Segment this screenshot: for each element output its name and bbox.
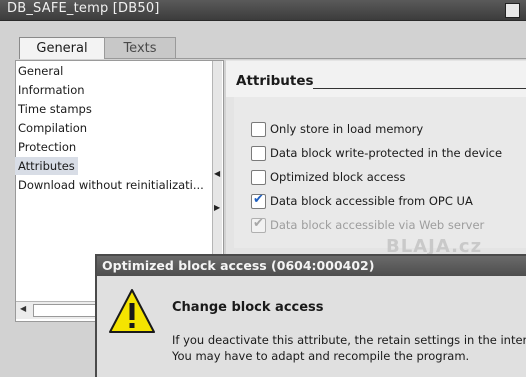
window-control-button[interactable] [505,3,520,18]
nav-item-compilation[interactable]: Compilation [18,119,87,137]
checkbox-label: Data block write-protected in the device [270,146,503,160]
dialog-title: Optimized block access (0604:000402) [102,258,375,273]
window-title: DB_SAFE_temp [DB50] [7,1,160,16]
checkbox-label: Only store in load memory [270,122,424,136]
collapse-left-icon[interactable]: ◀ [214,170,220,178]
expand-right-icon[interactable]: ▶ [214,204,220,212]
dialog-message-line1: If you deactivate this attribute, the re… [172,333,526,347]
attributes-header: Attributes [226,61,526,97]
tab-divider [104,58,526,59]
nav-item-attributes[interactable]: Attributes [15,157,78,175]
warning-icon [109,289,155,333]
scroll-left-icon[interactable]: ◀ [20,304,26,313]
checkbox[interactable]: ✔ [251,192,266,209]
nav-item-information[interactable]: Information [18,81,85,99]
attributes-heading: Attributes [236,73,314,89]
heading-rule [313,88,526,89]
check-icon: ✔ [253,216,264,231]
dialog-titlebar[interactable]: Optimized block access (0604:000402) [97,256,526,276]
checkbox-label: Data block accessible from OPC UA [270,194,473,208]
nav-item-time-stamps[interactable]: Time stamps [18,100,92,118]
dialog-heading: Change block access [172,300,324,315]
checkbox: ✔ [251,216,266,233]
checkbox-label: Data block accessible via Web server [270,218,485,232]
checkbox[interactable] [251,146,266,161]
tab-general[interactable]: General [19,37,105,59]
check-icon: ✔ [253,192,264,207]
checkbox-label: Optimized block access [270,170,406,184]
nav-item-protection[interactable]: Protection [18,138,76,156]
tab-texts[interactable]: Texts [104,37,176,59]
nav-item-download-without-reinit[interactable]: Download without reinitializati... [18,176,204,194]
nav-item-general[interactable]: General [18,62,63,80]
checkbox[interactable] [251,122,266,137]
dialog-message-line2: You may have to adapt and recompile the … [172,349,470,363]
window-titlebar: DB_SAFE_temp [DB50] [0,0,526,21]
checkbox[interactable] [251,170,266,185]
